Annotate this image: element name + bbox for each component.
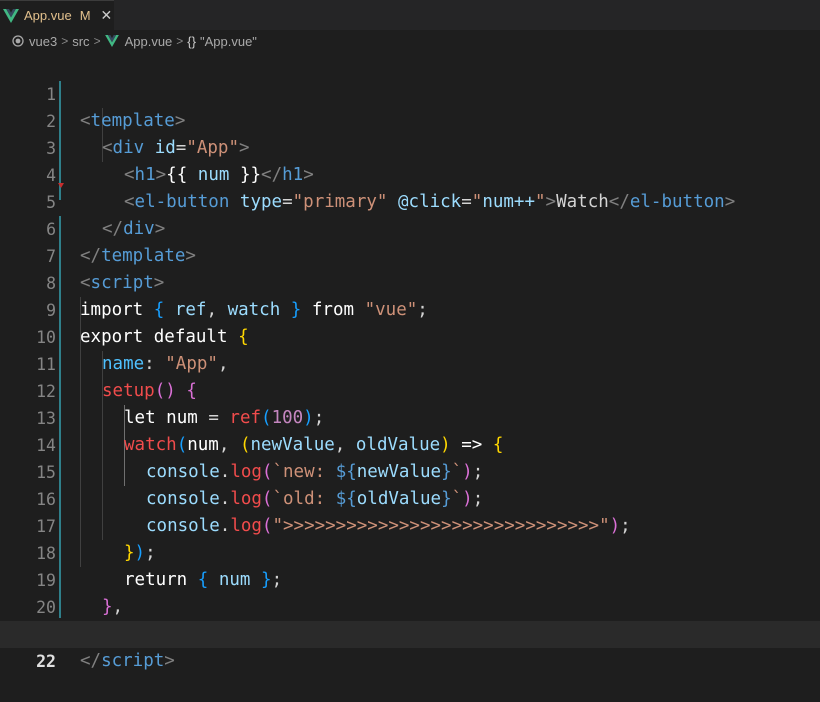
breadcrumb-item-vue3[interactable]: vue3: [12, 34, 57, 49]
line-number: 22: [36, 652, 56, 671]
code-line: 14 console.log(`new: ${newValue}`);: [0, 405, 820, 482]
code-line: 13 watch(num, (newValue, oldValue) => {: [0, 378, 820, 455]
code-line: 16 console.log(">>>>>>>>>>>>>>>>>>>>>>>>…: [0, 459, 820, 536]
breadcrumb-item-src[interactable]: src: [72, 34, 89, 49]
chevron-right-icon: >: [61, 34, 69, 48]
code-line: 8 import { ref, watch } from "vue";: [0, 243, 820, 320]
code-line: 7 <script>: [0, 216, 820, 293]
code-line: 10 name: "App",: [0, 297, 820, 374]
code-text: </script>: [80, 651, 175, 671]
code-line: 6 </template>: [0, 189, 820, 266]
braces-icon: {}: [187, 33, 196, 49]
code-line: 18 return { num };: [0, 513, 820, 590]
code-line: 20 };: [0, 567, 820, 644]
code-line: 11 setup() {: [0, 324, 820, 401]
close-icon[interactable]: ✕: [101, 8, 113, 24]
code-line: 17 });: [0, 486, 820, 563]
breadcrumb-item-symbol[interactable]: {} "App.vue": [187, 34, 257, 49]
code-line: 3 <h1>{{ num }}</h1>: [0, 108, 820, 185]
tab-app-vue[interactable]: App.vue M ✕: [0, 0, 114, 30]
code-line: 19 },: [0, 540, 820, 617]
code-line: 21 </script>: [0, 594, 820, 671]
tab-file-name: App.vue: [24, 8, 72, 23]
code-line: 1 <template>: [0, 54, 820, 131]
code-line: 15 console.log(`old: ${oldValue}`);: [0, 432, 820, 509]
breadcrumb-item-app-vue[interactable]: App.vue: [104, 34, 172, 49]
folder-root-icon: [12, 35, 24, 47]
code-line: 2 <div id="App">: [0, 81, 820, 158]
modified-badge: M: [79, 8, 91, 23]
tab-bar: App.vue M ✕: [0, 0, 820, 30]
code-editor[interactable]: 1 <template> 2 <div id="App"> 3 <h1>{{ n…: [0, 52, 820, 671]
code-line: 5 </div>: [0, 162, 820, 239]
vue-icon: [104, 35, 119, 47]
chevron-right-icon: >: [176, 34, 184, 48]
code-line: 12 let num = ref(100);: [0, 351, 820, 428]
chevron-right-icon: >: [93, 34, 101, 48]
code-line: 4 <el-button type="primary" @click="num+…: [0, 135, 820, 212]
breadcrumb: vue3 > src > App.vue > {} "App.vue": [0, 30, 820, 52]
vue-icon: [3, 8, 19, 23]
code-line: 9 export default {: [0, 270, 820, 347]
